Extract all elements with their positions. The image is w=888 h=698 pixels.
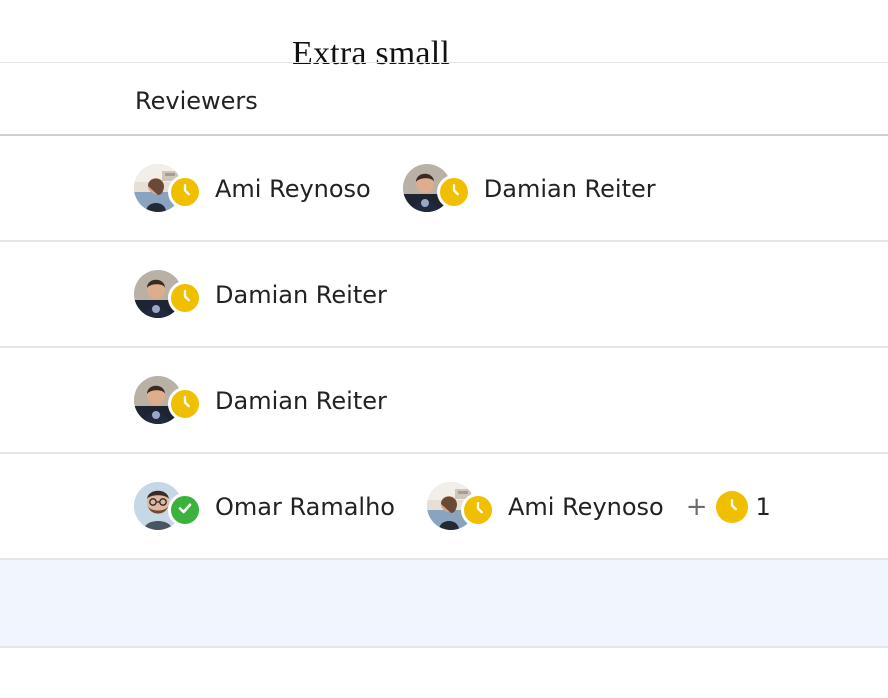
pending-status-badge [168,175,202,209]
reviewer-name: Omar Ramalho [215,493,395,521]
avatar-wrapper [134,164,202,214]
pending-status-badge [436,175,471,209]
clock-icon [175,392,195,416]
pending-status-badge [168,387,202,421]
avatar-wrapper [426,482,495,532]
reviewer-name: Damian Reiter [483,175,656,203]
more-reviewers-plus[interactable]: + [686,491,708,523]
clock-icon [444,180,464,204]
reviewers-cell: Damian Reiter [134,270,419,320]
table-row[interactable]: Ami Reynoso Damian Reiter [0,136,888,242]
reviewers-cell: Damian Reiter [134,376,419,426]
table-row[interactable]: Damian Reiter [0,242,888,348]
avatar-wrapper [134,376,202,426]
reviewer-chip[interactable]: Damian Reiter [134,270,387,320]
reviewers-table: Reviewers Ami Reynoso Damian Reiter Dami… [0,62,888,648]
table-header: Reviewers [0,62,888,136]
table-row-selected[interactable] [0,560,888,648]
reviewer-chip[interactable]: Damian Reiter [402,164,656,214]
clock-icon [175,286,195,310]
pending-status-badge [460,493,495,527]
reviewer-name: Ami Reynoso [507,493,664,521]
avatar-wrapper [134,482,202,532]
check-icon [175,498,195,522]
reviewer-chip[interactable]: Omar Ramalho [134,482,395,532]
reviewer-name: Damian Reiter [215,387,387,415]
clock-icon [722,495,742,519]
reviewer-name: Damian Reiter [215,281,387,309]
reviewer-chip[interactable]: Ami Reynoso [426,482,664,532]
pending-status-badge [715,491,748,523]
approved-status-badge [168,493,202,527]
avatar-wrapper [134,270,202,320]
reviewer-chip[interactable]: Damian Reiter [134,376,387,426]
pending-status-badge [168,281,202,315]
clock-icon [468,498,488,522]
table-row[interactable]: Damian Reiter [0,348,888,454]
reviewer-chip[interactable]: Ami Reynoso [134,164,371,214]
reviewer-name: Ami Reynoso [215,175,371,203]
reviewers-cell: Ami Reynoso Damian Reiter [134,164,688,214]
clock-icon [175,180,195,204]
table-row[interactable]: Omar Ramalho Ami Reynoso + 1 [0,454,888,560]
more-reviewers-count[interactable]: 1 [756,491,771,523]
reviewers-cell: Omar Ramalho Ami Reynoso + 1 [134,482,771,532]
reviewers-column-header: Reviewers [135,87,258,115]
avatar-wrapper [402,164,471,214]
